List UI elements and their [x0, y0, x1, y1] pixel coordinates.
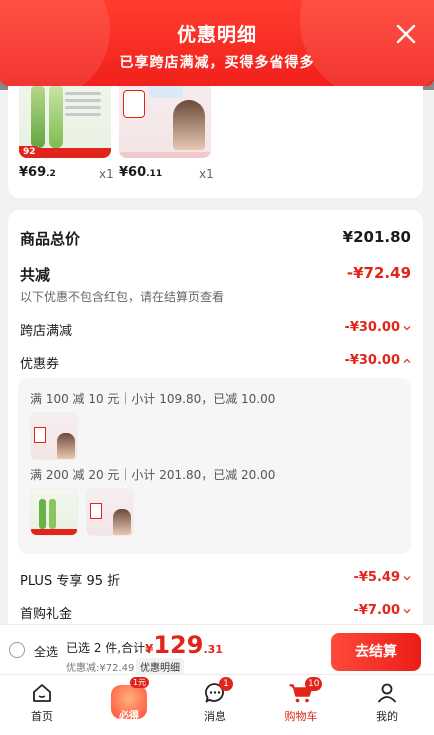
- chevron-down-icon: [403, 575, 411, 580]
- plus-value: -¥5.49: [353, 570, 411, 585]
- tab-label: 购物车: [284, 710, 318, 723]
- note-row: 以下优惠不包含红包，请在结算页查看: [20, 288, 411, 304]
- discount-row: 共减 -¥72.49: [20, 264, 411, 284]
- coupon-product-thumb[interactable]: [86, 488, 134, 536]
- discount-detail-toggle[interactable]: 优惠明细: [136, 658, 184, 675]
- thumb-part: [31, 529, 77, 535]
- cart-badge: 10: [305, 677, 323, 691]
- plus-row[interactable]: PLUS 专享 95 折 -¥5.49: [20, 570, 411, 590]
- thumb-part: [57, 433, 75, 459]
- thumb-part: [113, 509, 131, 535]
- coupon-detail-box: 满 100 减 10 元｜小计 109.80，已减 10.00 满 200 减 …: [18, 378, 411, 554]
- total-value: ¥201.80: [342, 228, 411, 246]
- selected-summary: 已选 2 件,合计:: [66, 641, 150, 655]
- grand-total: ¥129.31: [145, 631, 223, 659]
- user-icon: [377, 683, 397, 703]
- coupon-product-thumb[interactable]: [30, 412, 78, 460]
- first-purchase-value: -¥7.00: [353, 603, 411, 618]
- tab-mine[interactable]: 我的: [357, 681, 417, 724]
- coupon-row[interactable]: 优惠券 -¥30.00: [20, 353, 411, 373]
- sheet-subtitle: 已享跨店满减，买得多省得多: [119, 55, 315, 71]
- select-all-label[interactable]: 全选: [34, 643, 58, 660]
- coupon-value: -¥30.00: [344, 353, 411, 368]
- discount-value: -¥72.49: [346, 264, 411, 282]
- tab-label: 消息: [204, 710, 226, 723]
- tab-promo[interactable]: 必得 1元: [108, 677, 150, 722]
- thumb-part: [90, 503, 102, 519]
- promo-badge: 92: [19, 146, 40, 158]
- cross-store-value: -¥30.00: [344, 320, 411, 335]
- cross-store-row[interactable]: 跨店满减 -¥30.00: [20, 320, 411, 340]
- product-price: ¥60.11: [119, 165, 163, 180]
- total-row: 商品总价 ¥201.80: [20, 228, 411, 248]
- thumb-part: [39, 499, 46, 529]
- saved-amount: 优惠减:¥72.49: [66, 663, 135, 674]
- total-label: 商品总价: [20, 230, 81, 248]
- product-image-text: [65, 92, 101, 120]
- message-badge: 1: [219, 677, 233, 691]
- bottom-tab-bar: 首页 必得 1元 消息 1 购物车 10 我的: [0, 674, 434, 735]
- product-image-tag: [123, 90, 145, 118]
- close-icon[interactable]: [392, 20, 420, 48]
- product-image-strip: [119, 152, 211, 158]
- product-image-model: [173, 100, 205, 150]
- first-purchase-label: 首购礼金: [20, 607, 73, 622]
- product-image-part: [31, 86, 45, 148]
- plus-label: PLUS 专享 95 折: [20, 574, 121, 589]
- chevron-down-icon: [403, 608, 411, 613]
- first-purchase-row[interactable]: 首购礼金 -¥7.00: [20, 603, 411, 623]
- thumb-part: [49, 499, 56, 529]
- discount-note: 以下优惠不包含红包，请在结算页查看: [20, 290, 225, 304]
- sheet-title: 优惠明细: [176, 24, 257, 46]
- promo-label: 必得: [119, 711, 139, 722]
- product-image-part: [49, 86, 63, 148]
- chevron-down-icon: [403, 325, 411, 330]
- tab-home[interactable]: 首页: [12, 681, 72, 724]
- product-qty: x1: [99, 167, 114, 181]
- tab-label: 我的: [376, 710, 398, 723]
- tab-label: 首页: [31, 710, 53, 723]
- promo-badge: 1元: [130, 677, 150, 688]
- checkout-button[interactable]: 去结算: [331, 633, 421, 671]
- discount-label: 共减: [20, 266, 51, 284]
- coupon-line: 满 200 减 20 元｜小计 201.80，已减 20.00: [30, 468, 276, 482]
- tab-cart[interactable]: 购物车 10: [271, 677, 331, 724]
- home-icon: [33, 684, 51, 702]
- product-qty: x1: [199, 167, 214, 181]
- discount-detail-header: 优惠明细 已享跨店满减，买得多省得多: [0, 0, 434, 86]
- coupon-label: 优惠券: [20, 357, 60, 372]
- product-price: ¥69.2: [19, 165, 56, 180]
- coupon-product-thumb[interactable]: [30, 488, 78, 536]
- checkout-bar: 全选 已选 2 件,合计: ¥129.31 优惠减:¥72.49 优惠明细 去结…: [0, 624, 434, 675]
- coupon-line: 满 100 减 10 元｜小计 109.80，已减 10.00: [30, 392, 276, 406]
- chevron-up-icon: [403, 358, 411, 363]
- select-all-checkbox[interactable]: [9, 642, 25, 658]
- price-summary-card: 商品总价 ¥201.80 共减 -¥72.49 以下优惠不包含红包，请在结算页查…: [8, 210, 423, 650]
- tab-messages[interactable]: 消息 1: [185, 677, 245, 724]
- thumb-part: [34, 427, 46, 443]
- cross-store-label: 跨店满减: [20, 324, 73, 339]
